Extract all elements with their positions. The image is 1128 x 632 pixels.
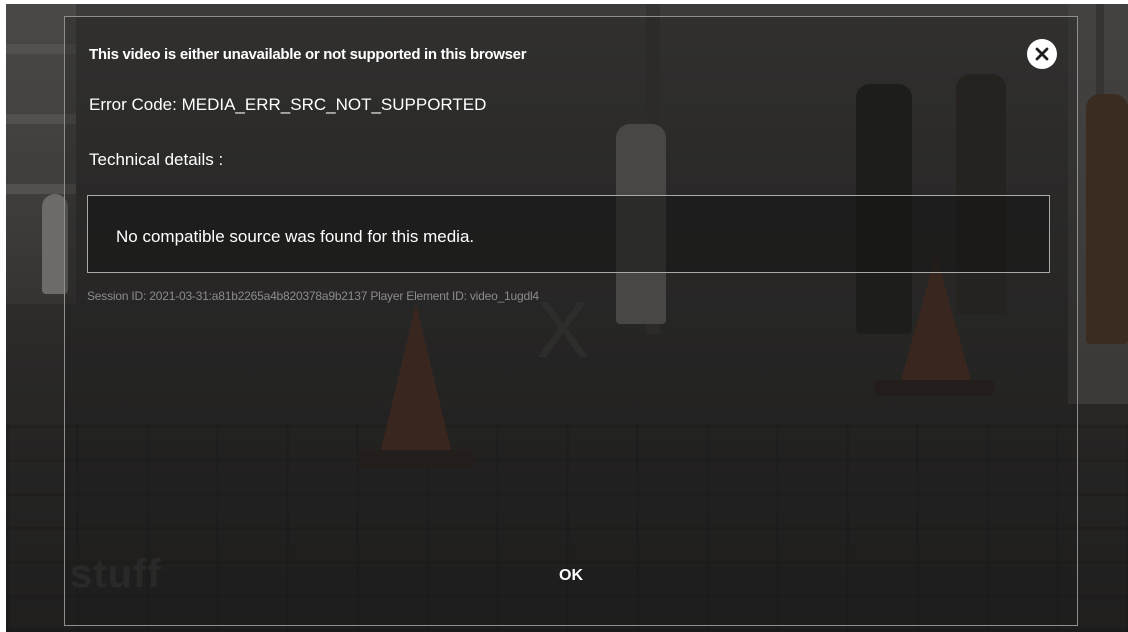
technical-details-box: No compatible source was found for this … — [87, 195, 1050, 273]
ok-button[interactable]: OK — [543, 562, 599, 590]
video-player: X stuff This video is either unavailable… — [6, 4, 1128, 632]
close-button[interactable] — [1027, 39, 1057, 69]
error-dialog: This video is either unavailable or not … — [64, 16, 1078, 626]
session-info-text: Session ID: 2021-03-31:a81b2265a4b820378… — [87, 289, 539, 303]
technical-details-text: No compatible source was found for this … — [116, 227, 475, 246]
error-code-text: Error Code: MEDIA_ERR_SRC_NOT_SUPPORTED — [89, 95, 487, 114]
close-icon — [1035, 47, 1049, 61]
technical-details-label: Technical details : — [89, 150, 224, 169]
dialog-title: This video is either unavailable or not … — [89, 46, 527, 63]
